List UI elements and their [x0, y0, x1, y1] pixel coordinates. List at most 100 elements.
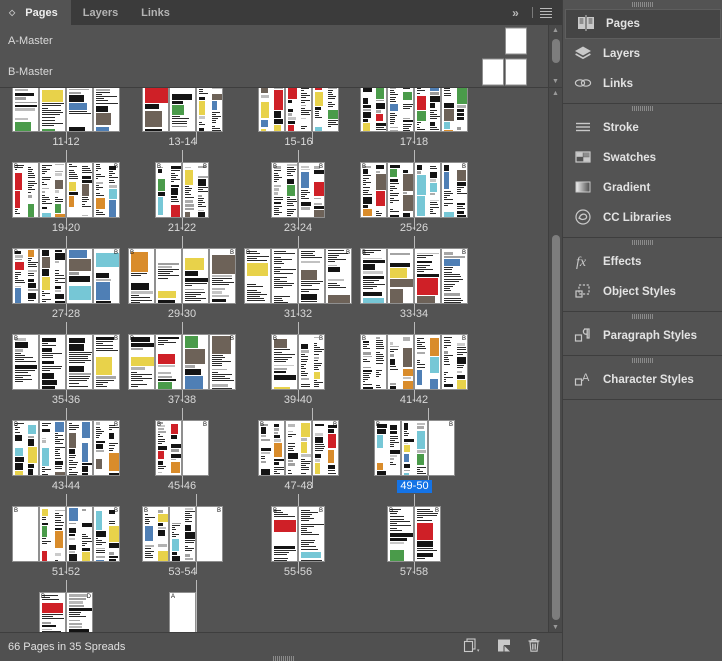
- spread-pages[interactable]: BB: [360, 334, 468, 390]
- page-thumbnail[interactable]: B: [12, 506, 39, 562]
- spread-pages[interactable]: BB: [244, 248, 352, 304]
- spread-label[interactable]: 57-58: [387, 566, 441, 579]
- page-thumbnail[interactable]: [93, 88, 120, 132]
- page-thumbnail[interactable]: B: [12, 162, 39, 218]
- page-thumbnail[interactable]: [66, 162, 93, 218]
- page-thumbnail[interactable]: [414, 162, 441, 218]
- page-thumbnail[interactable]: [285, 420, 312, 476]
- spread-pages[interactable]: BB: [128, 248, 236, 304]
- dock-group-grip[interactable]: [563, 312, 722, 321]
- spread-label[interactable]: 11-12: [12, 136, 120, 149]
- spread-pages[interactable]: BB: [360, 248, 468, 304]
- page-thumbnail[interactable]: [182, 334, 209, 390]
- page-thumbnail[interactable]: [39, 248, 66, 304]
- page-thumbnail[interactable]: [169, 88, 196, 132]
- page-thumbnail[interactable]: [66, 248, 93, 304]
- spread-label[interactable]: 55-56: [271, 566, 325, 579]
- master-page-thumb[interactable]: [505, 58, 527, 85]
- page-thumbnail[interactable]: B: [441, 162, 468, 218]
- page-thumbnail[interactable]: B: [441, 248, 468, 304]
- spread-label[interactable]: 21-22: [155, 222, 209, 235]
- spread-pages[interactable]: BB: [155, 162, 209, 218]
- tab-links[interactable]: Links: [130, 0, 181, 25]
- spread-pages[interactable]: [258, 88, 339, 132]
- page-thumbnail[interactable]: B: [360, 248, 387, 304]
- page-thumbnail[interactable]: [169, 506, 196, 562]
- page-thumbnail[interactable]: [155, 248, 182, 304]
- pages-scrollbar-thumb[interactable]: [552, 235, 560, 620]
- delete-page-icon[interactable]: [526, 637, 542, 657]
- page-thumbnail[interactable]: B: [298, 506, 325, 562]
- page-thumbnail[interactable]: B: [12, 248, 39, 304]
- page-thumbnail[interactable]: [66, 420, 93, 476]
- page-thumbnail[interactable]: [441, 88, 468, 132]
- dock-item-paragraph-styles[interactable]: Paragraph Styles: [563, 321, 722, 351]
- page-thumbnail[interactable]: B: [271, 334, 298, 390]
- page-thumbnail[interactable]: B: [428, 420, 455, 476]
- page-thumbnail[interactable]: B: [360, 334, 387, 390]
- page-thumbnail[interactable]: B: [312, 420, 339, 476]
- dock-group-grip[interactable]: [563, 0, 722, 9]
- page-thumbnail[interactable]: [414, 334, 441, 390]
- dock-item-pages[interactable]: Pages: [565, 9, 721, 39]
- page-thumbnail[interactable]: A: [169, 592, 196, 633]
- page-thumbnail[interactable]: B: [155, 162, 182, 218]
- dock-item-cc-libraries[interactable]: CC Libraries: [563, 203, 722, 233]
- page-thumbnail[interactable]: [66, 334, 93, 390]
- page-thumbnail[interactable]: [39, 506, 66, 562]
- panel-resize-grip[interactable]: [273, 656, 295, 661]
- spread-pages[interactable]: BB: [360, 162, 468, 218]
- spread-label[interactable]: 53-54: [142, 566, 223, 579]
- spread-label[interactable]: 41-42: [360, 394, 468, 407]
- page-thumbnail[interactable]: [155, 334, 182, 390]
- page-thumbnail[interactable]: B: [39, 592, 66, 633]
- page-thumbnail[interactable]: B: [271, 162, 298, 218]
- new-page-icon[interactable]: [496, 638, 512, 657]
- page-thumbnail[interactable]: B: [209, 248, 236, 304]
- page-thumbnail[interactable]: B: [271, 506, 298, 562]
- spread-label[interactable]: 37-38: [128, 394, 236, 407]
- page-thumbnail[interactable]: [387, 248, 414, 304]
- page-thumbnail[interactable]: [196, 88, 223, 132]
- page-thumbnail[interactable]: [142, 88, 169, 132]
- page-thumbnail[interactable]: [414, 88, 441, 132]
- master-page-thumb[interactable]: [482, 58, 504, 85]
- page-thumbnail[interactable]: B: [12, 420, 39, 476]
- spread-label[interactable]: 17-18: [360, 136, 468, 149]
- dock-group-grip[interactable]: [563, 238, 722, 247]
- spread-label[interactable]: 23-24: [271, 222, 325, 235]
- page-thumbnail[interactable]: B: [258, 420, 285, 476]
- pages-thumbnail-grid[interactable]: 11-12 13-14 15-16 17-18 B B 19-20 B B 21-22 B B 23-2…: [0, 88, 540, 633]
- dock-item-layers[interactable]: Layers: [563, 39, 722, 69]
- master-pages-list[interactable]: A-MasterB-MasterC-SectionTitles: [0, 25, 540, 87]
- masters-scrollbar[interactable]: ▲ ▼: [548, 25, 562, 87]
- edit-page-size-icon[interactable]: [463, 638, 483, 657]
- spread-pages[interactable]: BB: [155, 420, 209, 476]
- spread-pages[interactable]: [142, 88, 223, 132]
- spread-pages[interactable]: BB: [128, 334, 236, 390]
- spread-label[interactable]: 51-52: [12, 566, 120, 579]
- spread-label[interactable]: 25-26: [360, 222, 468, 235]
- page-thumbnail[interactable]: B: [414, 506, 441, 562]
- page-thumbnail[interactable]: B: [93, 420, 120, 476]
- page-thumbnail[interactable]: B: [196, 506, 223, 562]
- spread-label[interactable]: 33-34: [360, 308, 468, 321]
- page-thumbnail[interactable]: [387, 162, 414, 218]
- masters-scrollbar-thumb[interactable]: [552, 39, 560, 63]
- spread-pages[interactable]: BB: [258, 420, 339, 476]
- page-thumbnail[interactable]: [39, 88, 66, 132]
- spread-pages[interactable]: BB: [271, 334, 325, 390]
- spread-pages[interactable]: BB: [271, 506, 325, 562]
- spread-label[interactable]: 47-48: [258, 480, 339, 493]
- dock-item-swatches[interactable]: Swatches: [563, 143, 722, 173]
- spread-pages[interactable]: [12, 88, 120, 132]
- tab-layers[interactable]: Layers: [71, 0, 130, 25]
- page-thumbnail[interactable]: B: [142, 506, 169, 562]
- page-thumbnail[interactable]: [39, 162, 66, 218]
- page-thumbnail[interactable]: B: [244, 248, 271, 304]
- masters-scroll-down-icon[interactable]: ▼: [549, 76, 562, 87]
- pages-scrollbar[interactable]: ▲ ▼: [548, 88, 562, 633]
- spread-pages[interactable]: BB: [12, 162, 120, 218]
- spread-pages[interactable]: [360, 88, 468, 132]
- page-thumbnail[interactable]: [39, 420, 66, 476]
